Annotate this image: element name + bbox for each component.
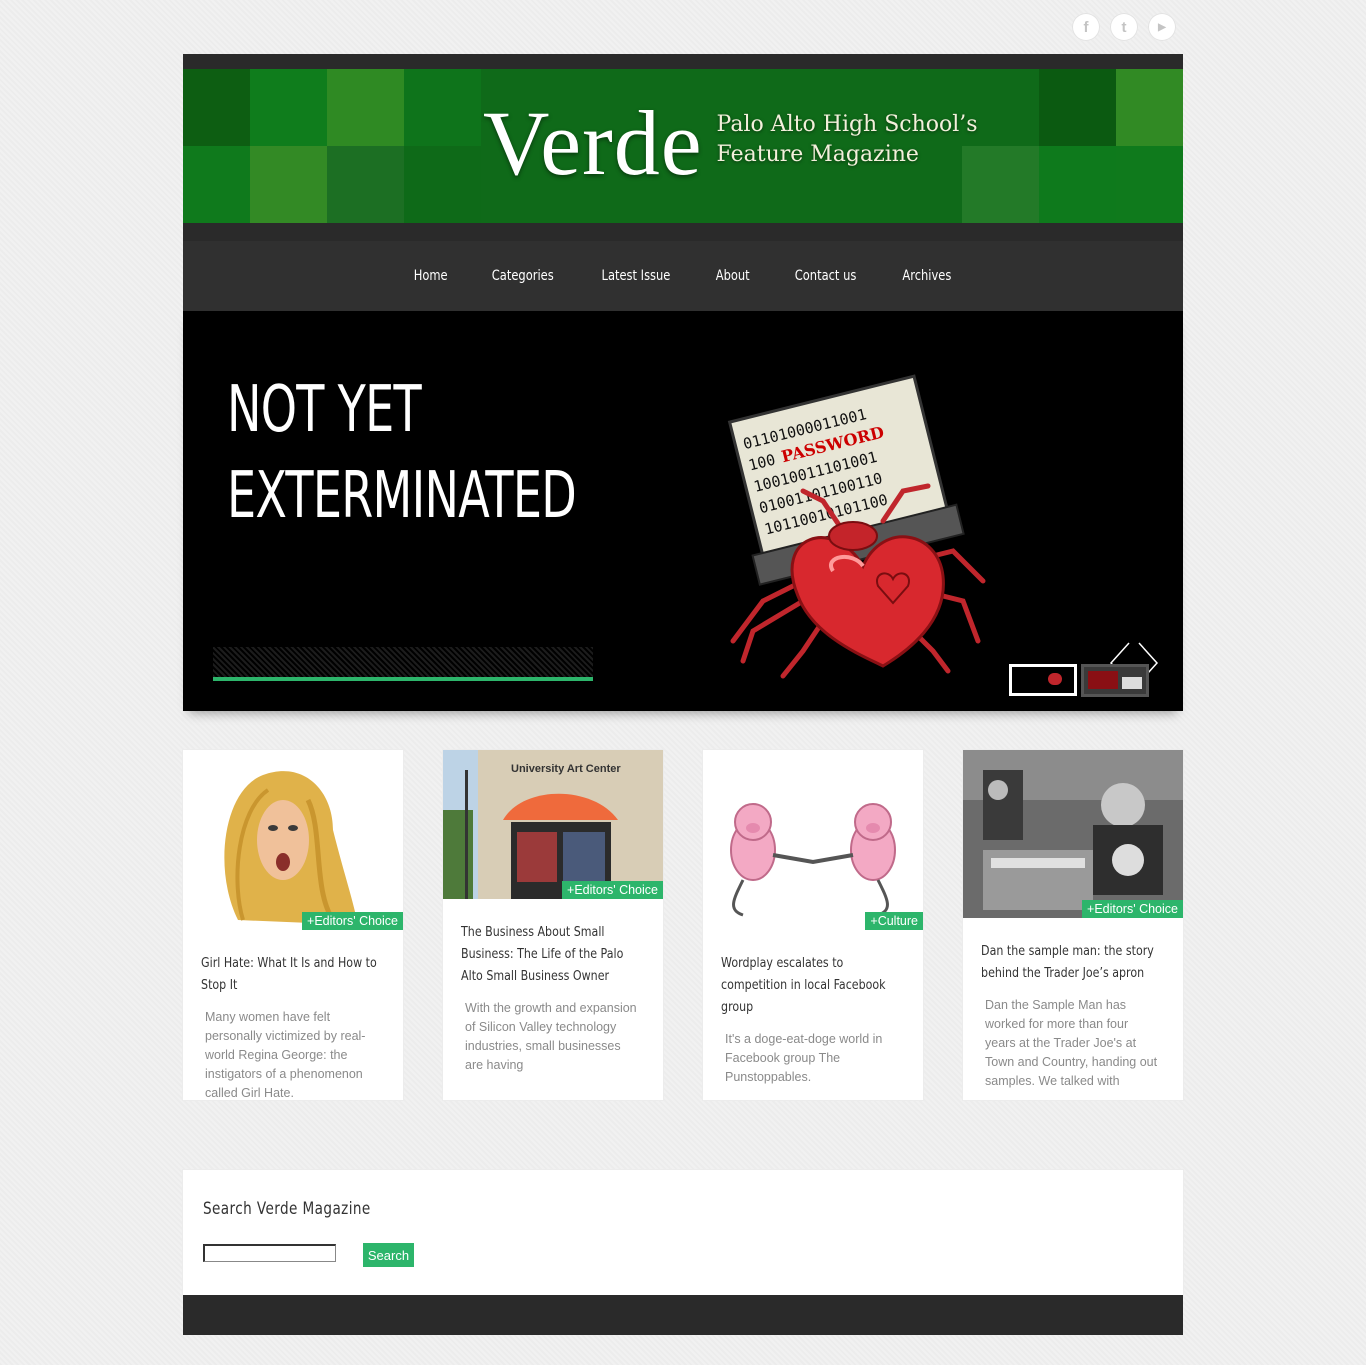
footer-bar — [183, 1295, 1183, 1335]
site-subtitle-line: Palo Alto High School’s — [716, 112, 978, 137]
card-spacer — [443, 899, 663, 921]
search-input[interactable] — [203, 1244, 336, 1262]
featured-slider[interactable]: NOT YET EXTERMINATED 01101000011001 100 … — [183, 311, 1183, 711]
site-subtitle: Palo Alto High School’s Feature Magazine — [717, 110, 978, 170]
article-card: University Art Center +Editors' Choice T… — [443, 750, 663, 1100]
thumb-image — [1088, 671, 1118, 689]
sample-man-photo — [963, 750, 1183, 918]
card-title[interactable]: The Business About Small Business: The L… — [443, 921, 655, 987]
nav-archives[interactable]: Archives — [902, 268, 951, 284]
facebook-icon[interactable]: f — [1072, 13, 1100, 41]
header-banner: Verde Palo Alto High School’s Feature Ma… — [183, 69, 1183, 223]
main-nav: Home Categories Latest Issue About Conta… — [183, 241, 1183, 311]
thumb-image — [1122, 677, 1142, 689]
card-excerpt: It's a doge-eat-doge world in Facebook g… — [725, 1032, 883, 1084]
article-card: +Editors' Choice Dan the sample man: the… — [963, 750, 1183, 1100]
pigs-tug-of-war-illustration — [730, 803, 896, 917]
slide-progress-bar — [213, 677, 593, 681]
nav-latest-issue[interactable]: Latest Issue — [602, 268, 671, 284]
card-title[interactable]: Girl Hate: What It Is and How to Stop It — [183, 952, 395, 996]
twitter-icon[interactable]: t — [1110, 13, 1138, 41]
card-excerpt: With the growth and expansion of Silicon… — [465, 1001, 637, 1072]
youtube-icon[interactable]: ▶ — [1148, 13, 1176, 41]
article-cards: +Editors' Choice Girl Hate: What It Is a… — [183, 750, 1183, 1100]
banner-tile — [404, 69, 481, 146]
card-spacer — [183, 930, 403, 952]
slider-thumbnails — [1009, 664, 1149, 697]
banner-tile — [327, 69, 404, 146]
card-tag[interactable]: +Editors' Choice — [1082, 900, 1183, 918]
card-spacer — [703, 1018, 923, 1030]
article-card: +Editors' Choice Girl Hate: What It Is a… — [183, 750, 403, 1100]
top-bar — [183, 54, 1183, 69]
nav-home[interactable]: Home — [413, 268, 447, 284]
banner-tile — [183, 146, 260, 223]
search-widget: Search Verde Magazine Search — [183, 1170, 1183, 1295]
card-excerpt: Many women have felt personally victimiz… — [205, 1010, 366, 1100]
site-brand[interactable]: Verde Palo Alto High School’s Feature Ma… — [483, 97, 978, 189]
social-links: f t ▶ — [1072, 13, 1176, 41]
card-spacer — [443, 987, 663, 999]
card-spacer — [703, 930, 923, 952]
banner-tile — [327, 146, 404, 223]
banner-tile — [183, 69, 260, 146]
card-spacer — [963, 918, 1183, 940]
site-title: Verde — [483, 92, 703, 194]
bug-laptop-illustration: 01101000011001 100 PASSWORD 100100111010… — [727, 374, 986, 679]
nav-categories[interactable]: Categories — [492, 268, 554, 284]
slide-caption-pattern — [213, 647, 593, 677]
slider-thumb-1[interactable] — [1009, 664, 1077, 696]
nav-about[interactable]: About — [716, 268, 750, 284]
nav-contact-us[interactable]: Contact us — [794, 268, 856, 284]
search-button[interactable]: Search — [363, 1243, 414, 1267]
banner-tile — [250, 69, 327, 146]
page-wrapper: Verde Palo Alto High School’s Feature Ma… — [183, 54, 1183, 1335]
header-gap — [183, 223, 1183, 241]
slider-thumb-2[interactable] — [1081, 664, 1149, 697]
article-card: +Culture Wordplay escalates to competiti… — [703, 750, 923, 1100]
card-image-storefront[interactable]: University Art Center +Editors' Choice — [443, 750, 663, 899]
card-tag[interactable]: +Culture — [865, 912, 923, 930]
girl-illustration — [224, 771, 358, 925]
card-image-girl[interactable]: +Editors' Choice — [183, 750, 403, 930]
storefront-photo: University Art Center — [443, 750, 663, 899]
site-subtitle-line: Feature Magazine — [716, 142, 919, 167]
banner-tile — [1039, 146, 1116, 223]
card-tag[interactable]: +Editors' Choice — [302, 912, 403, 930]
storefront-sign: University Art Center — [511, 763, 621, 775]
search-heading: Search Verde Magazine — [203, 1199, 371, 1219]
banner-tile — [1116, 69, 1183, 146]
card-excerpt: Dan the Sample Man has worked for more t… — [985, 998, 1158, 1088]
banner-tile — [1116, 146, 1183, 223]
slide-title-line: EXTERMINATED — [227, 459, 577, 533]
slide-title[interactable]: NOT YET EXTERMINATED — [227, 367, 577, 539]
card-title[interactable]: Dan the sample man: the story behind the… — [963, 940, 1175, 984]
banner-tile — [404, 146, 481, 223]
card-image-pigs[interactable]: +Culture — [703, 750, 923, 930]
banner-tile — [1039, 69, 1116, 146]
card-spacer — [183, 996, 403, 1008]
card-spacer — [963, 984, 1183, 996]
thumb-bug-image — [1048, 673, 1062, 685]
card-image-trader-joes[interactable]: +Editors' Choice — [963, 750, 1183, 918]
card-tag[interactable]: +Editors' Choice — [562, 881, 663, 899]
slide-title-line: NOT YET — [227, 373, 422, 447]
card-title[interactable]: Wordplay escalates to competition in loc… — [703, 952, 915, 1018]
banner-tile — [250, 146, 327, 223]
